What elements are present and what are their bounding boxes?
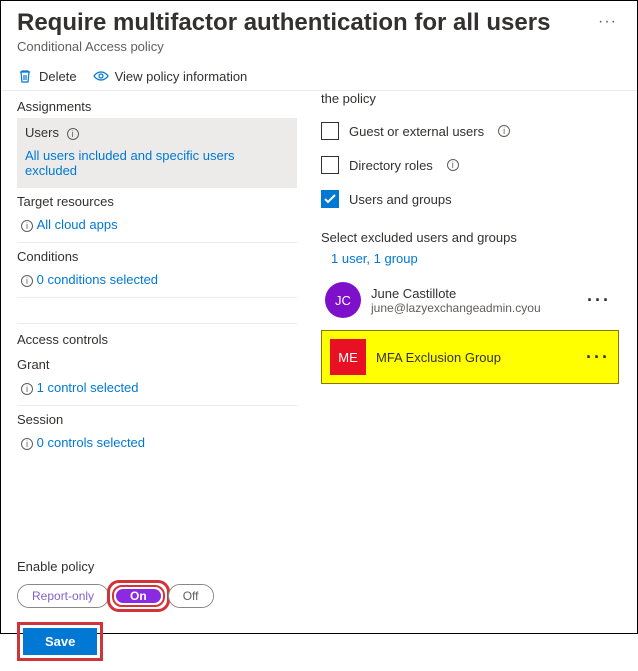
users-value-link[interactable]: All users included and specific users ex… (25, 148, 289, 178)
target-value-link[interactable]: All cloud apps (37, 217, 118, 232)
session-label: Session (17, 412, 297, 427)
session-value-link[interactable]: 0 controls selected (37, 435, 145, 450)
row-more-button[interactable]: ··· (582, 347, 614, 368)
toggle-report-only[interactable]: Report-only (18, 585, 108, 607)
target-label: Target resources (17, 194, 297, 209)
users-groups-label: Users and groups (349, 192, 452, 207)
directory-roles-checkbox[interactable] (321, 156, 339, 174)
right-top-text: the policy (321, 91, 619, 114)
toggle-on[interactable]: On (116, 589, 161, 603)
annotation-highlight-save: Save (17, 622, 103, 661)
info-icon[interactable]: i (498, 125, 510, 137)
group-name: MFA Exclusion Group (376, 350, 572, 365)
info-icon[interactable]: i (21, 383, 33, 395)
select-excluded-label: Select excluded users and groups (321, 216, 619, 245)
info-icon[interactable]: i (21, 438, 33, 450)
conditions-label: Conditions (17, 249, 297, 264)
grant-label: Grant (17, 357, 297, 372)
target-resources-section[interactable]: Target resources i All cloud apps (17, 188, 297, 243)
excluded-user-row[interactable]: JC June Castillote june@lazyexchangeadmi… (321, 274, 619, 326)
session-section[interactable]: Session i 0 controls selected (17, 406, 297, 460)
enable-policy-toggle-off-wrap[interactable]: Off (168, 584, 214, 608)
save-button[interactable]: Save (23, 628, 97, 655)
info-icon[interactable]: i (67, 128, 79, 140)
eye-icon (93, 68, 109, 84)
header-more-button[interactable]: ··· (594, 9, 621, 35)
check-icon (323, 192, 337, 206)
conditions-value-link[interactable]: 0 conditions selected (37, 272, 158, 287)
view-policy-info-button[interactable]: View policy information (93, 68, 248, 84)
conditions-section[interactable]: Conditions i 0 conditions selected (17, 243, 297, 298)
page-subtitle: Conditional Access policy (1, 39, 637, 62)
user-name: June Castillote (371, 286, 573, 301)
grant-section[interactable]: Grant i 1 control selected (17, 351, 297, 406)
guest-users-checkbox[interactable] (321, 122, 339, 140)
page-title: Require multifactor authentication for a… (17, 9, 550, 37)
avatar: ME (330, 339, 366, 375)
avatar: JC (325, 282, 361, 318)
access-controls-heading: Access controls (17, 324, 297, 351)
excluded-group-row-highlighted[interactable]: ME MFA Exclusion Group ··· (321, 330, 619, 384)
enable-policy-toggle[interactable]: Report-only (17, 584, 109, 608)
guest-users-label: Guest or external users (349, 124, 484, 139)
row-more-button[interactable]: ··· (583, 290, 615, 311)
excluded-count-link[interactable]: 1 user, 1 group (331, 251, 418, 266)
info-icon[interactable]: i (21, 220, 33, 232)
info-icon[interactable]: i (447, 159, 459, 171)
trash-icon (17, 68, 33, 84)
delete-button[interactable]: Delete (17, 68, 77, 84)
assignments-heading: Assignments (17, 93, 297, 119)
info-icon[interactable]: i (21, 275, 33, 287)
users-groups-checkbox[interactable] (321, 190, 339, 208)
enable-policy-label: Enable policy (17, 559, 621, 574)
users-card[interactable]: Users i All users included and specific … (17, 119, 297, 188)
directory-roles-label: Directory roles (349, 158, 433, 173)
annotation-highlight-on: On (107, 580, 170, 612)
users-label: Users (25, 125, 59, 140)
user-email: june@lazyexchangeadmin.cyou (371, 301, 573, 315)
toggle-off[interactable]: Off (169, 585, 213, 607)
grant-value-link[interactable]: 1 control selected (37, 380, 139, 395)
